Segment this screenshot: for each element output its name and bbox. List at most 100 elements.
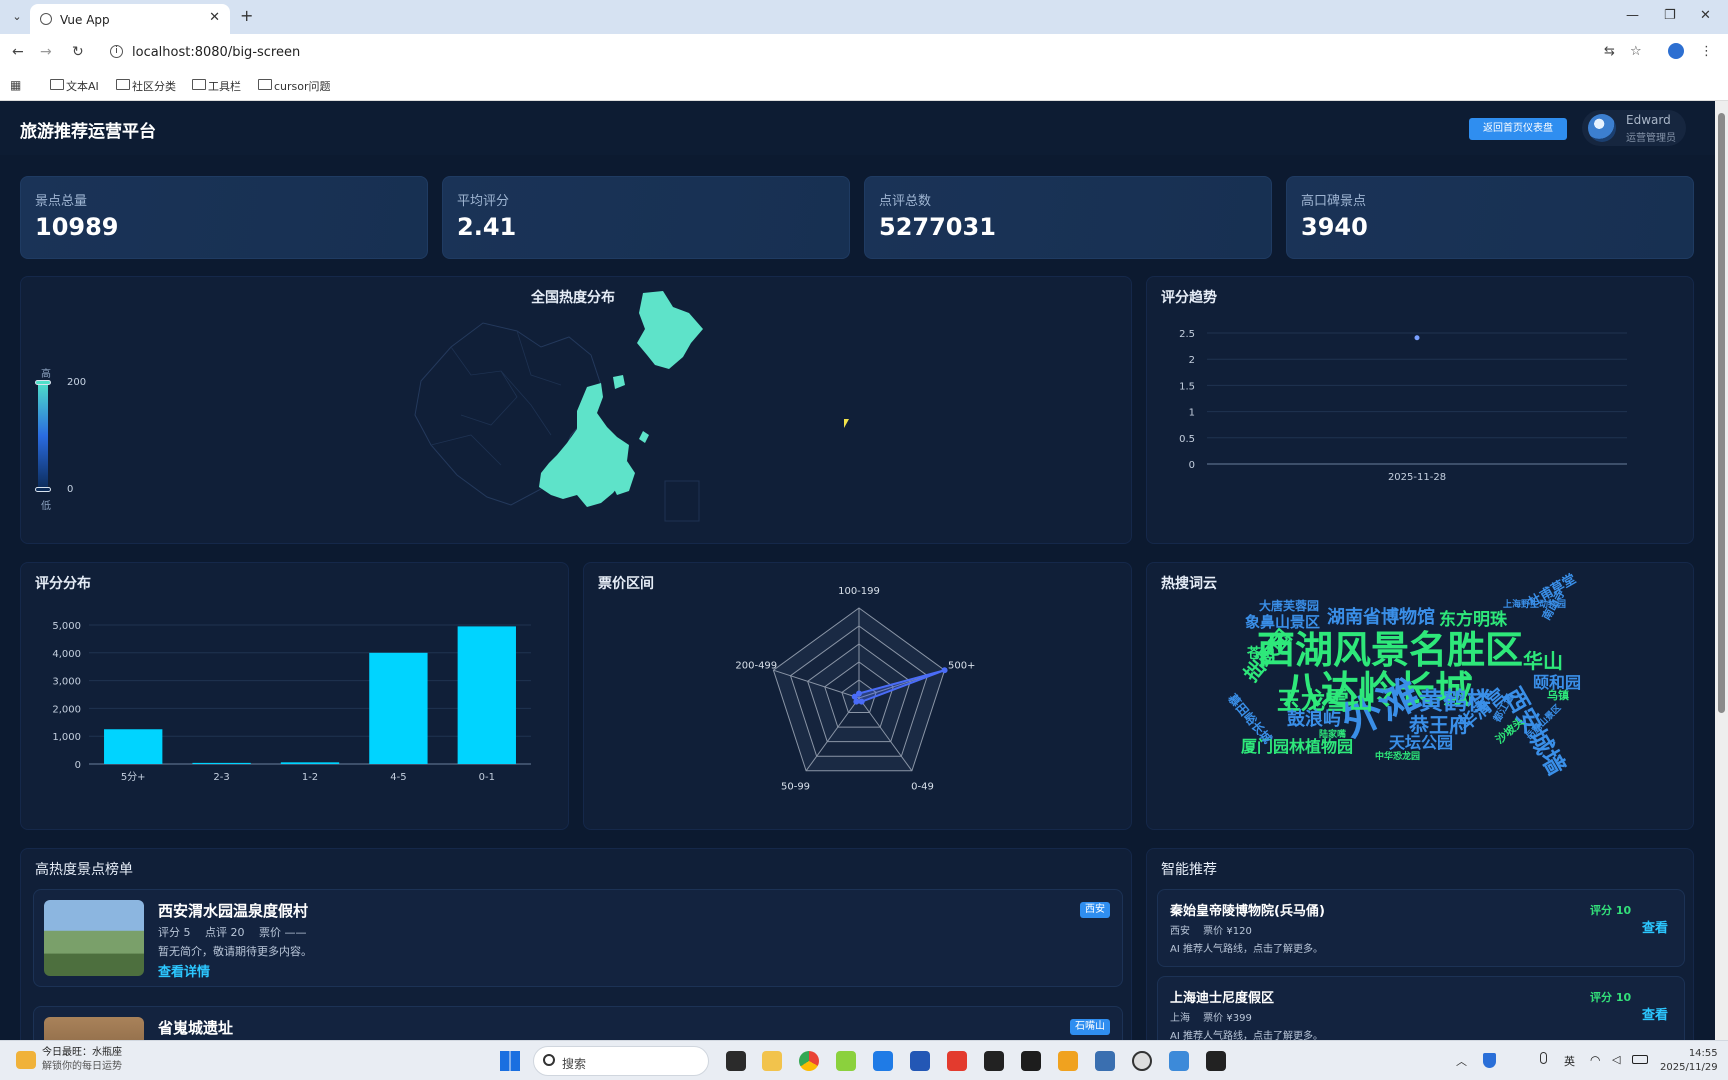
- bookmark-folder[interactable]: 文本AI: [50, 78, 99, 94]
- page-scrollbar[interactable]: [1715, 101, 1728, 1040]
- globe-icon: [40, 13, 52, 25]
- mouse-cursor-icon: [844, 419, 849, 428]
- file-explorer-icon[interactable]: [762, 1051, 782, 1071]
- attraction-photo: [44, 1017, 144, 1040]
- bookmark-folder[interactable]: cursor问题: [258, 78, 331, 94]
- bookmark-folder[interactable]: 社区分类: [116, 78, 176, 94]
- bar: [369, 652, 428, 764]
- window-close-icon[interactable]: ✕: [1700, 8, 1711, 23]
- app-icon[interactable]: [984, 1051, 1004, 1071]
- wifi-icon[interactable]: ◠: [1590, 1053, 1600, 1067]
- cloud-word[interactable]: 大唐芙蓉园: [1259, 597, 1319, 614]
- x-tick-label: 0-1: [479, 772, 495, 783]
- task-view-icon[interactable]: [726, 1051, 746, 1071]
- recommend-item[interactable]: 秦始皇帝陵博物院(兵马俑) 西安 票价 ¥120 AI 推荐人气路线，点击了解更…: [1157, 889, 1685, 967]
- minimize-icon[interactable]: —: [1626, 8, 1639, 23]
- rating-title: 评分分布: [35, 576, 91, 592]
- ranking-item[interactable]: 西安渭水园温泉度假村 评分 5 点评 20 票价 —— 暂无简介，敬请期待更多内…: [33, 889, 1123, 987]
- recommend-item[interactable]: 上海迪士尼度假区 上海 票价 ¥399 AI 推荐人气路线，点击了解更多。 评分…: [1157, 976, 1685, 1040]
- app-icon[interactable]: [836, 1051, 856, 1071]
- radar-point: [851, 693, 858, 700]
- restore-icon[interactable]: ❐: [1664, 8, 1676, 23]
- translate-icon[interactable]: ⇆: [1604, 44, 1615, 59]
- app-icon[interactable]: [1058, 1051, 1078, 1071]
- y-tick-label: 1,000: [52, 732, 81, 743]
- rating-distribution-chart[interactable]: 0 1,000 2,000 3,000 4,000 5,000 5分+ 2-3 1-2 4-5 0-…: [31, 603, 561, 823]
- rec-view-link[interactable]: 查看: [1642, 1004, 1668, 1023]
- pycharm-icon[interactable]: [1021, 1051, 1041, 1071]
- city-badge: 石嘴山: [1070, 1019, 1110, 1035]
- profile-icon[interactable]: [1668, 43, 1684, 59]
- weather-sub: 解锁你的每日运势: [42, 1061, 122, 1072]
- back-to-dashboard-button[interactable]: 返回首页仪表盘: [1469, 118, 1567, 140]
- rec-view-link[interactable]: 查看: [1642, 917, 1668, 936]
- stat-label: 点评总数: [879, 194, 932, 209]
- radar-label: 500+: [948, 661, 975, 672]
- x-tick-label: 2-3: [213, 772, 229, 783]
- volume-icon[interactable]: ◁: [1612, 1053, 1620, 1066]
- city-badge: 西安: [1080, 902, 1110, 918]
- menu-icon[interactable]: ⋮: [1700, 44, 1713, 59]
- windows-start-icon[interactable]: [500, 1051, 520, 1071]
- security-icon[interactable]: [1483, 1053, 1496, 1068]
- browser-tab[interactable]: Vue App ✕: [30, 4, 230, 34]
- weather-widget[interactable]: 今日最旺：水瓶座 解锁你的每日运势: [42, 1046, 122, 1074]
- new-tab-icon[interactable]: +: [240, 6, 253, 25]
- x-tick-label: 4-5: [390, 772, 406, 783]
- rec-meta: 上海 票价 ¥399: [1170, 1013, 1252, 1024]
- y-tick-label: 3,000: [52, 677, 81, 688]
- url-field[interactable]: i localhost:8080/big-screen: [100, 39, 1590, 65]
- mic-icon[interactable]: [1540, 1052, 1547, 1064]
- ime-indicator[interactable]: 英: [1564, 1053, 1575, 1069]
- rating-trend-chart[interactable]: 0 0.5 1 1.5 2 2.5 2025-11-28: [1167, 317, 1687, 537]
- app-icon[interactable]: [1132, 1051, 1152, 1071]
- tray-chevron-icon[interactable]: ︿: [1456, 1053, 1467, 1069]
- weather-icon[interactable]: [16, 1051, 36, 1069]
- tab-strip: ⌄ Vue App ✕ + — ❐ ✕: [0, 0, 1728, 34]
- cloud-word[interactable]: 东方明珠: [1439, 605, 1507, 630]
- clock-date: 2025/11/29: [1660, 1062, 1718, 1073]
- rec-score: 评分 10: [1590, 991, 1632, 1004]
- back-icon[interactable]: ←: [12, 44, 24, 60]
- word-cloud[interactable]: 西湖风景名胜区 八达岭长城 外滩 湖南省博物馆 东方明珠 象鼻山景区 大唐芙蓉园 上海野生动物…: [1147, 563, 1695, 831]
- taskbar-search[interactable]: 搜索: [533, 1046, 709, 1076]
- bookmark-folder[interactable]: 工具栏: [192, 78, 241, 94]
- store-icon[interactable]: [910, 1051, 930, 1071]
- notepad-icon[interactable]: [1169, 1051, 1189, 1071]
- battery-icon[interactable]: [1632, 1055, 1648, 1064]
- bookmark-star-icon[interactable]: ☆: [1630, 44, 1642, 59]
- legend-scale[interactable]: [35, 380, 51, 492]
- cloud-word[interactable]: 中华恐龙园: [1375, 749, 1420, 762]
- stat-label: 景点总量: [35, 194, 88, 209]
- forward-icon[interactable]: →: [40, 44, 52, 60]
- view-details-link[interactable]: 查看详情: [158, 961, 210, 980]
- cloud-word[interactable]: 乌镇: [1547, 687, 1569, 703]
- scrollbar-thumb[interactable]: [1718, 113, 1725, 713]
- reload-icon[interactable]: ↻: [72, 44, 84, 60]
- app-icon[interactable]: [873, 1051, 893, 1071]
- apps-grid-icon[interactable]: ▦: [10, 78, 21, 92]
- price-range-chart[interactable]: 100-199 500+ 0-49 50-99 200-499: [684, 573, 1034, 823]
- hot-ranking-panel: 高热度景点榜单 西安渭水园温泉度假村 评分 5 点评 20 票价 —— 暂无简介…: [20, 848, 1132, 1040]
- ranking-item[interactable]: 省嵬城遗址 石嘴山: [33, 1006, 1123, 1040]
- site-info-icon[interactable]: i: [110, 45, 123, 58]
- user-chip[interactable]: Edward 运营管理员: [1582, 110, 1686, 146]
- bar: [457, 626, 516, 764]
- stat-label: 高口碑景点: [1301, 194, 1367, 209]
- url-text: localhost:8080/big-screen: [132, 45, 301, 60]
- system-clock[interactable]: 14:55 2025/11/29: [1660, 1047, 1718, 1075]
- close-tab-icon[interactable]: ✕: [209, 10, 220, 25]
- terminal-icon[interactable]: [1206, 1051, 1226, 1071]
- bar: [280, 762, 340, 764]
- address-bar-row: ← → ↻ i localhost:8080/big-screen ⇆ ☆ ⋮: [0, 34, 1728, 70]
- stat-value: 10989: [35, 213, 119, 241]
- tab-search-icon[interactable]: ⌄: [8, 8, 26, 26]
- cloud-word[interactable]: 陆家嘴: [1319, 727, 1346, 740]
- chrome-icon[interactable]: [799, 1051, 819, 1071]
- heat-map-panel: 全国热度分布 高 200 0 低: [20, 276, 1132, 544]
- china-map[interactable]: [391, 285, 771, 543]
- user-role: 运营管理员: [1626, 133, 1676, 144]
- wps-icon[interactable]: [947, 1051, 967, 1071]
- cloud-word[interactable]: 湖南省博物馆: [1327, 603, 1435, 629]
- app-icon[interactable]: [1095, 1051, 1115, 1071]
